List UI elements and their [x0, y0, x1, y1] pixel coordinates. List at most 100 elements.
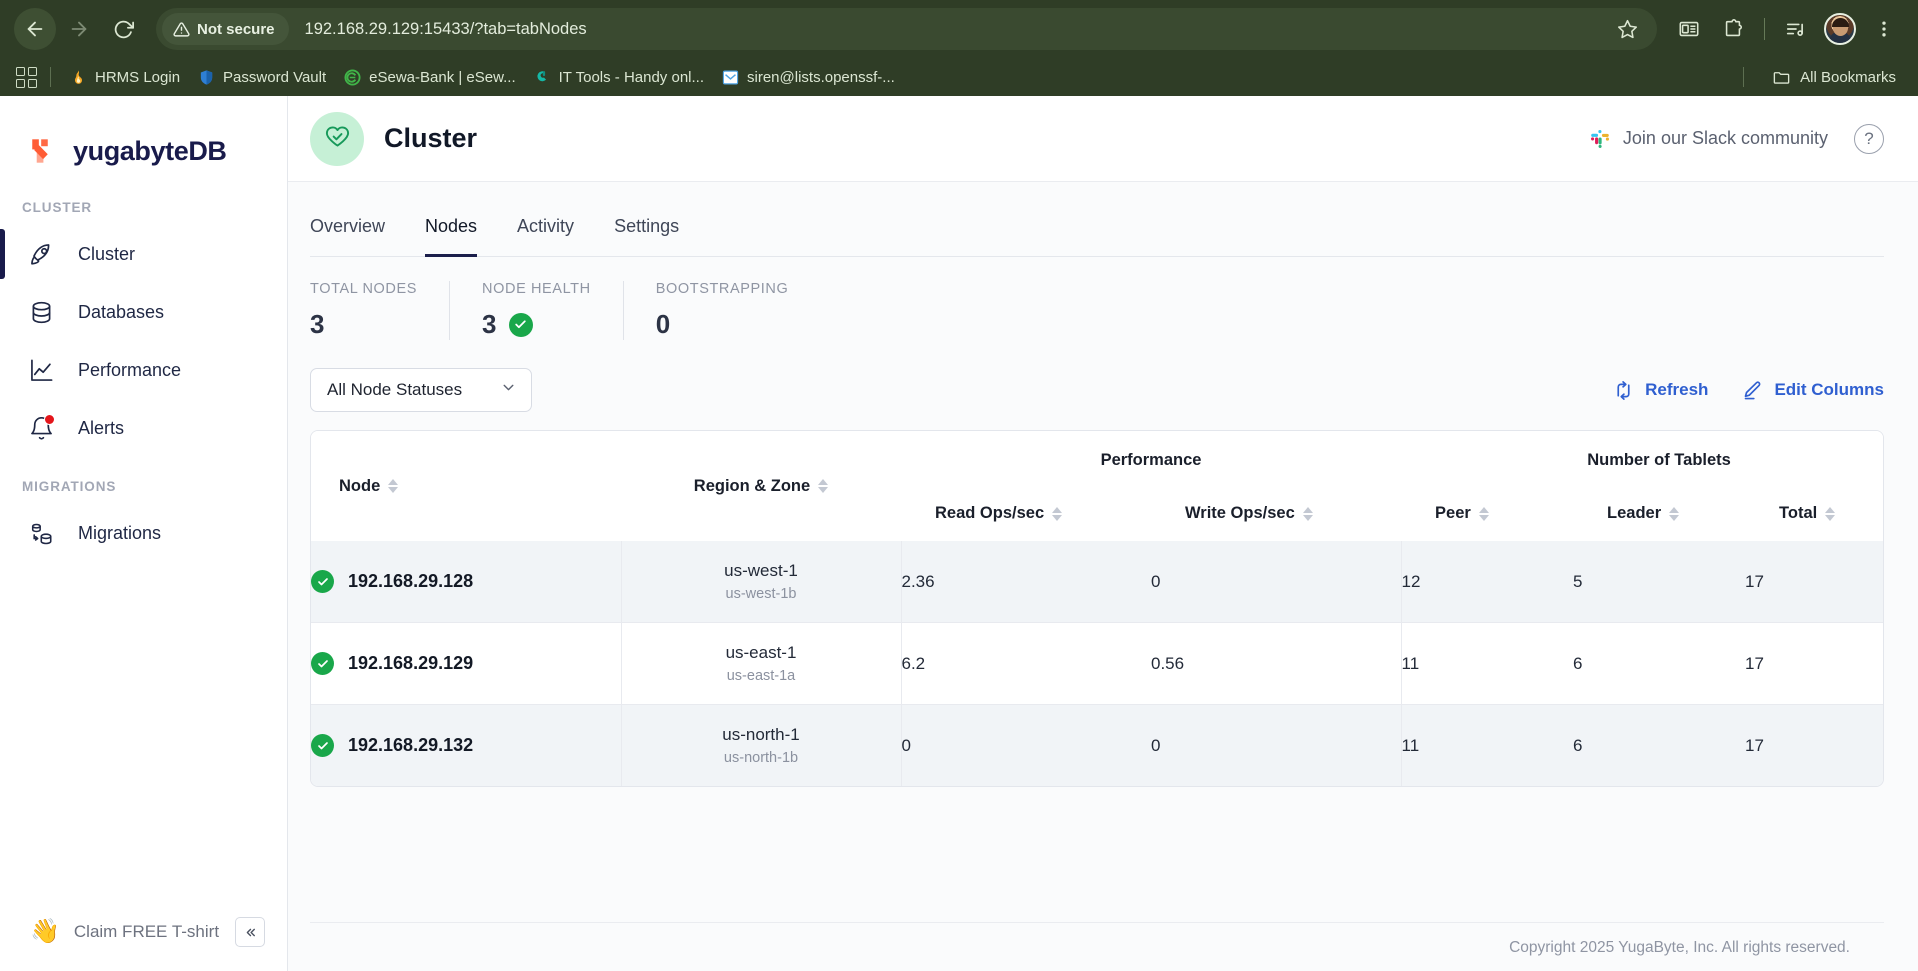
- back-button[interactable]: [14, 8, 56, 50]
- media-playlist-icon: [1786, 23, 1803, 36]
- bell-icon: [26, 413, 56, 443]
- avatar-hair: [1831, 18, 1849, 28]
- all-bookmarks-label: All Bookmarks: [1800, 68, 1896, 86]
- forward-button[interactable]: [58, 8, 100, 50]
- column-header-total[interactable]: Total: [1745, 488, 1883, 541]
- sidebar-item-cluster[interactable]: Cluster: [0, 225, 287, 283]
- region-name: us-north-1: [722, 725, 800, 744]
- cell-write-ops: 0: [1151, 541, 1402, 623]
- slack-label: Join our Slack community: [1622, 128, 1828, 148]
- cell-total: 17: [1745, 541, 1883, 623]
- content-area: Overview Nodes Activity Settings TOTAL N…: [288, 182, 1918, 971]
- media-control-button[interactable]: [1776, 9, 1816, 49]
- bookmarks-right-divider: [1743, 67, 1745, 87]
- sidebar-collapse-button[interactable]: [235, 917, 265, 947]
- tab-overview[interactable]: Overview: [310, 208, 385, 257]
- sidebar-item-alerts[interactable]: Alerts: [0, 399, 287, 457]
- stat-label: TOTAL NODES: [310, 281, 418, 297]
- slack-icon: [1590, 129, 1609, 148]
- toolbar-right-group: [1669, 9, 1904, 49]
- column-header-peer[interactable]: Peer: [1401, 488, 1574, 541]
- sort-arrows-icon[interactable]: [1669, 506, 1680, 521]
- extensions-button[interactable]: [1713, 9, 1753, 49]
- cell-read-ops: 0: [900, 704, 1151, 786]
- bookmark-hrms-login[interactable]: HRMS Login: [61, 65, 189, 90]
- tab-nodes[interactable]: Nodes: [425, 208, 478, 257]
- help-circle-icon[interactable]: ?: [1854, 123, 1884, 154]
- url-text[interactable]: 192.168.29.129:15433/?tab=tabNodes: [305, 20, 1607, 39]
- bookmark-label: Password Vault: [223, 68, 327, 86]
- column-header-read-ops[interactable]: Read Ops/sec: [901, 488, 1151, 541]
- waving-hand-icon: 👋: [30, 918, 60, 945]
- refresh-label: Refresh: [1645, 380, 1709, 399]
- sort-arrows-icon[interactable]: [1825, 506, 1836, 521]
- node-ip: 192.168.29.129: [348, 653, 474, 673]
- reload-icon: [114, 20, 134, 38]
- sort-arrows-icon[interactable]: [388, 479, 399, 493]
- reading-list-button[interactable]: [1669, 9, 1709, 49]
- extensions-puzzle-icon: [1725, 19, 1743, 37]
- sidebar-item-databases[interactable]: Databases: [0, 283, 287, 341]
- region-name: us-west-1: [724, 561, 798, 580]
- zone-name: us-east-1a: [726, 668, 796, 684]
- stat-label: BOOTSTRAPPING: [655, 281, 789, 297]
- bookmark-it-tools[interactable]: IT Tools - Handy onl...: [525, 65, 713, 90]
- column-header-region-zone[interactable]: Region & Zone: [621, 431, 901, 541]
- reading-list-icon: [1679, 21, 1699, 37]
- column-header-write-ops[interactable]: Write Ops/sec: [1151, 488, 1402, 541]
- profile-button[interactable]: [1820, 9, 1860, 49]
- apps-grid-icon[interactable]: [12, 63, 40, 91]
- cell-peer: 11: [1400, 622, 1574, 705]
- sort-arrows-icon[interactable]: [818, 479, 829, 493]
- column-label: Peer: [1435, 504, 1471, 522]
- bookmark-label: siren@lists.openssf-...: [747, 68, 895, 86]
- sidebar-item-migrations[interactable]: Migrations: [0, 504, 287, 562]
- claim-tshirt-link[interactable]: Claim FREE T-shirt: [74, 922, 221, 942]
- tab-settings[interactable]: Settings: [614, 208, 679, 257]
- join-slack-community-link[interactable]: Join our Slack community: [1589, 128, 1828, 150]
- all-bookmarks-button[interactable]: All Bookmarks: [1764, 64, 1904, 91]
- cell-node: 192.168.29.132: [311, 704, 621, 786]
- sidebar-item-performance[interactable]: Performance: [0, 341, 287, 399]
- alerts-badge-dot: [44, 414, 55, 425]
- app-root: yugabyteDB CLUSTER Cluster Databases Per…: [0, 96, 1918, 971]
- table-row[interactable]: 192.168.29.132 us-north-1 us-north-1b 0 …: [311, 704, 1883, 786]
- back-arrow-icon: [27, 21, 43, 37]
- edit-columns-button[interactable]: Edit Columns: [1742, 380, 1884, 401]
- column-label: Region & Zone: [693, 476, 811, 495]
- refresh-button[interactable]: Refresh: [1613, 380, 1708, 401]
- bookmark-label: eSewa-Bank | eSew...: [369, 68, 516, 86]
- reload-button[interactable]: [102, 8, 144, 50]
- stat-value: 0: [655, 309, 671, 339]
- cell-total: 17: [1745, 704, 1883, 786]
- tab-activity[interactable]: Activity: [517, 208, 574, 257]
- region-name: us-east-1: [725, 643, 797, 662]
- brand[interactable]: yugabyteDB: [0, 96, 287, 178]
- not-secure-chip[interactable]: Not secure: [162, 13, 289, 45]
- table-row[interactable]: 192.168.29.128 us-west-1 us-west-1b 2.36…: [311, 541, 1883, 623]
- column-label: Read Ops/sec: [935, 504, 1045, 522]
- node-status-filter[interactable]: All Node Statuses: [310, 368, 532, 412]
- column-header-leader[interactable]: Leader: [1573, 488, 1746, 541]
- bookmarks-bar-right: All Bookmarks: [1739, 64, 1904, 91]
- bookmark-label: IT Tools - Handy onl...: [558, 68, 704, 86]
- sort-arrows-icon[interactable]: [1478, 506, 1489, 521]
- mail-icon: [722, 70, 739, 84]
- sidebar-item-label: Databases: [78, 301, 165, 322]
- sort-arrows-icon[interactable]: [1302, 506, 1313, 521]
- bookmark-label: HRMS Login: [95, 68, 181, 86]
- bookmark-esewa-bank[interactable]: eSewa-Bank | eSew...: [335, 65, 524, 90]
- sort-arrows-icon[interactable]: [1052, 506, 1063, 521]
- bookmark-password-vault[interactable]: Password Vault: [189, 65, 335, 90]
- line-chart-icon: [26, 355, 56, 385]
- column-header-node[interactable]: Node: [311, 431, 621, 541]
- browser-menu-button[interactable]: [1864, 9, 1904, 49]
- column-label: Total: [1779, 504, 1818, 522]
- cell-leader: 5: [1573, 541, 1746, 623]
- cell-read-ops: 2.36: [900, 541, 1151, 623]
- bookmark-star-button[interactable]: [1607, 9, 1647, 49]
- table-row[interactable]: 192.168.29.129 us-east-1 us-east-1a 6.2 …: [311, 622, 1883, 705]
- address-bar[interactable]: Not secure 192.168.29.129:15433/?tab=tab…: [156, 8, 1657, 50]
- bookmark-siren-lists[interactable]: siren@lists.openssf-...: [713, 65, 904, 90]
- stat-bootstrapping: BOOTSTRAPPING 0: [656, 281, 821, 340]
